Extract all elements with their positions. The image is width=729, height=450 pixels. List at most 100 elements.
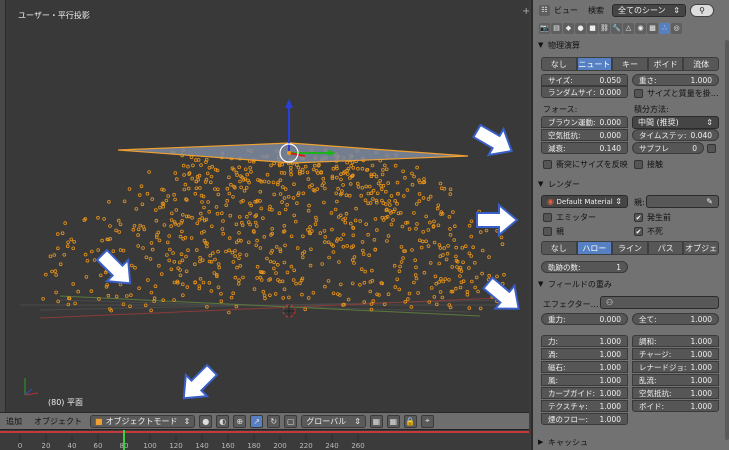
field-weight-row[interactable]: 乱流: 1.000 <box>632 374 719 386</box>
trail-count-field[interactable]: 軌跡の数: 1 <box>541 261 628 273</box>
particles-tab-icon[interactable]: ∴ <box>659 22 670 34</box>
menu-search[interactable]: 検索 <box>588 5 604 16</box>
render-type-halo[interactable]: ハロー <box>576 241 613 255</box>
subframes-field[interactable]: サブフレ 0 <box>632 142 704 154</box>
field-weight-row[interactable]: 渦: 1.000 <box>541 348 628 360</box>
physics-type-keyed[interactable]: キー <box>612 57 648 71</box>
menu-add[interactable]: 追加 <box>2 416 26 427</box>
mode-select[interactable]: ■ オブジェクトモード ⇕ <box>90 414 196 428</box>
render-type-none[interactable]: なし <box>541 241 577 255</box>
texture-tab-icon[interactable]: ▩ <box>647 22 658 34</box>
particle <box>71 282 75 286</box>
emitter-checkbox[interactable]: エミッター <box>543 212 596 223</box>
layer-buttons-icon[interactable]: ▦ <box>369 414 383 428</box>
field-weight-row[interactable]: 調和: 1.000 <box>632 335 719 347</box>
layer-buttons-icon-2[interactable]: ▦ <box>386 414 400 428</box>
render-tab-icon[interactable]: 📷 <box>539 22 550 34</box>
field-weight-row[interactable]: 風: 1.000 <box>541 374 628 386</box>
field-weight-row[interactable]: カーブガイド: 1.000 <box>541 387 628 399</box>
particle <box>166 194 171 198</box>
particle <box>287 295 291 300</box>
died-checkbox[interactable]: ✔ 不死 <box>634 226 663 237</box>
tool-shelf-edge[interactable] <box>0 0 6 412</box>
particle <box>398 264 402 269</box>
translate-manipulator-icon[interactable]: ↗ <box>250 414 264 428</box>
parent-field[interactable]: ✎ <box>646 195 719 208</box>
modifiers-tab-icon[interactable]: 🔧 <box>611 22 622 34</box>
gravity-field[interactable]: 重力: 0.000 <box>541 313 628 325</box>
unborn-checkbox[interactable]: ✔ 発生前 <box>634 212 671 223</box>
drag-field[interactable]: 空気抵抗: 0.000 <box>541 129 628 141</box>
render-layers-tab-icon[interactable]: ▤ <box>551 22 562 34</box>
object-tab-icon[interactable]: ■ <box>587 22 598 34</box>
viewport-canvas[interactable] <box>0 0 529 412</box>
material-tab-icon[interactable]: ◉ <box>635 22 646 34</box>
data-tab-icon[interactable]: △ <box>623 22 634 34</box>
field-weight-row[interactable]: 力: 1.000 <box>541 335 628 347</box>
damp-field[interactable]: 減衰: 0.140 <box>541 142 628 154</box>
die-on-hit-checkbox[interactable]: 接触 <box>634 159 663 170</box>
viewport-shading-icon[interactable]: ● <box>199 414 213 428</box>
scale-manipulator-icon[interactable]: ▢ <box>284 414 298 428</box>
field-weight-row[interactable]: 磁石: 1.000 <box>541 361 628 373</box>
particle <box>413 258 418 263</box>
adaptive-subframes-checkbox[interactable] <box>707 144 716 153</box>
integrator-select[interactable]: 中間 (推奨) ⇕ <box>632 116 719 129</box>
size-deflect-checkbox[interactable]: 衝突にサイズを反映 <box>543 159 628 170</box>
render-type-path[interactable]: パス <box>647 241 684 255</box>
rotate-manipulator-icon[interactable]: ↻ <box>267 414 281 428</box>
size-field[interactable]: サイズ: 0.050 <box>541 74 628 86</box>
world-tab-icon[interactable]: ● <box>575 22 586 34</box>
physics-panel-header[interactable]: ▼ 物理演算 <box>538 38 724 52</box>
search-icon[interactable]: ⚲ <box>690 3 714 17</box>
scene-select[interactable]: 全てのシーン ⇕ <box>612 3 686 17</box>
snap-icon[interactable]: ⌖ <box>420 414 434 428</box>
orientation-select[interactable]: グローバル ⇕ <box>301 414 366 428</box>
particle <box>149 308 153 313</box>
field-weight-row[interactable]: チャージ: 1.000 <box>632 348 719 360</box>
render-type-line[interactable]: ライン <box>612 241 648 255</box>
field-weight-row[interactable]: 空気抵抗: 1.000 <box>632 387 719 399</box>
z-manipulator-arrow[interactable] <box>285 99 293 108</box>
timeline[interactable]: 020406080100120140160180200220240260 <box>0 429 529 450</box>
3d-viewport[interactable]: ユーザー・平行投影 (80) 平面 + <box>0 0 529 412</box>
field-weight-row[interactable]: ボイド: 1.000 <box>632 400 719 412</box>
editor-type-icon[interactable]: ☷ <box>539 4 550 16</box>
particle <box>229 295 234 300</box>
field-weight-row[interactable]: テクスチャ: 1.000 <box>541 400 628 412</box>
pivot-point-icon[interactable]: ◐ <box>216 414 230 428</box>
mass-by-size-checkbox[interactable]: サイズと質量を掛… <box>634 88 719 99</box>
physics-type-newtonian[interactable]: ニュート <box>576 57 613 71</box>
particle <box>405 188 410 192</box>
field-weight-row[interactable]: レナードジョ: 1.000 <box>632 361 719 373</box>
field-weight-row[interactable]: 煙のフロー: 1.000 <box>541 413 628 425</box>
scene-tab-icon[interactable]: ◆ <box>563 22 574 34</box>
menu-view[interactable]: ビュー <box>554 5 578 16</box>
physics-type-fluid[interactable]: 流体 <box>683 57 719 71</box>
constraints-tab-icon[interactable]: ⛓ <box>599 22 610 34</box>
cache-panel-header[interactable]: ▶ キャッシュ <box>538 435 724 449</box>
brownian-field[interactable]: ブラウン運動: 0.000 <box>541 116 628 128</box>
field-weight-label: 風: <box>548 375 559 385</box>
physics-type-none[interactable]: なし <box>541 57 577 71</box>
material-select[interactable]: ◉ Default Material ⇕ <box>541 195 628 208</box>
eyedropper-icon[interactable]: ✎ <box>706 197 713 206</box>
parents-checkbox[interactable]: 親 <box>543 226 564 237</box>
lock-layer-icon[interactable]: 🔒 <box>403 414 417 428</box>
particle <box>371 197 375 201</box>
field-weights-panel-header[interactable]: ▼ フィールドの重み <box>538 277 724 291</box>
menu-object[interactable]: オブジェクト <box>30 416 86 427</box>
timeline-canvas[interactable]: 020406080100120140160180200220240260 <box>0 430 529 450</box>
expand-properties-icon[interactable]: + <box>522 6 529 17</box>
manipulator-toggle-icon[interactable]: ⊕ <box>233 414 247 428</box>
timestep-field[interactable]: タイムステッ: 0.040 <box>632 129 719 141</box>
physics-type-boids[interactable]: ボイド <box>647 57 684 71</box>
render-type-object[interactable]: オブジェ <box>683 241 719 255</box>
effector-group-field[interactable]: ⚇ <box>600 296 719 309</box>
random-size-field[interactable]: ランダムサイ: 0.000 <box>541 86 628 98</box>
properties-scrollbar[interactable] <box>725 40 729 440</box>
render-panel-header[interactable]: ▼ レンダー <box>538 177 724 191</box>
mass-field[interactable]: 重さ: 1.000 <box>632 74 719 86</box>
all-weight-field[interactable]: 全て: 1.000 <box>632 313 719 325</box>
physics-tab-icon[interactable]: ◎ <box>671 22 682 34</box>
